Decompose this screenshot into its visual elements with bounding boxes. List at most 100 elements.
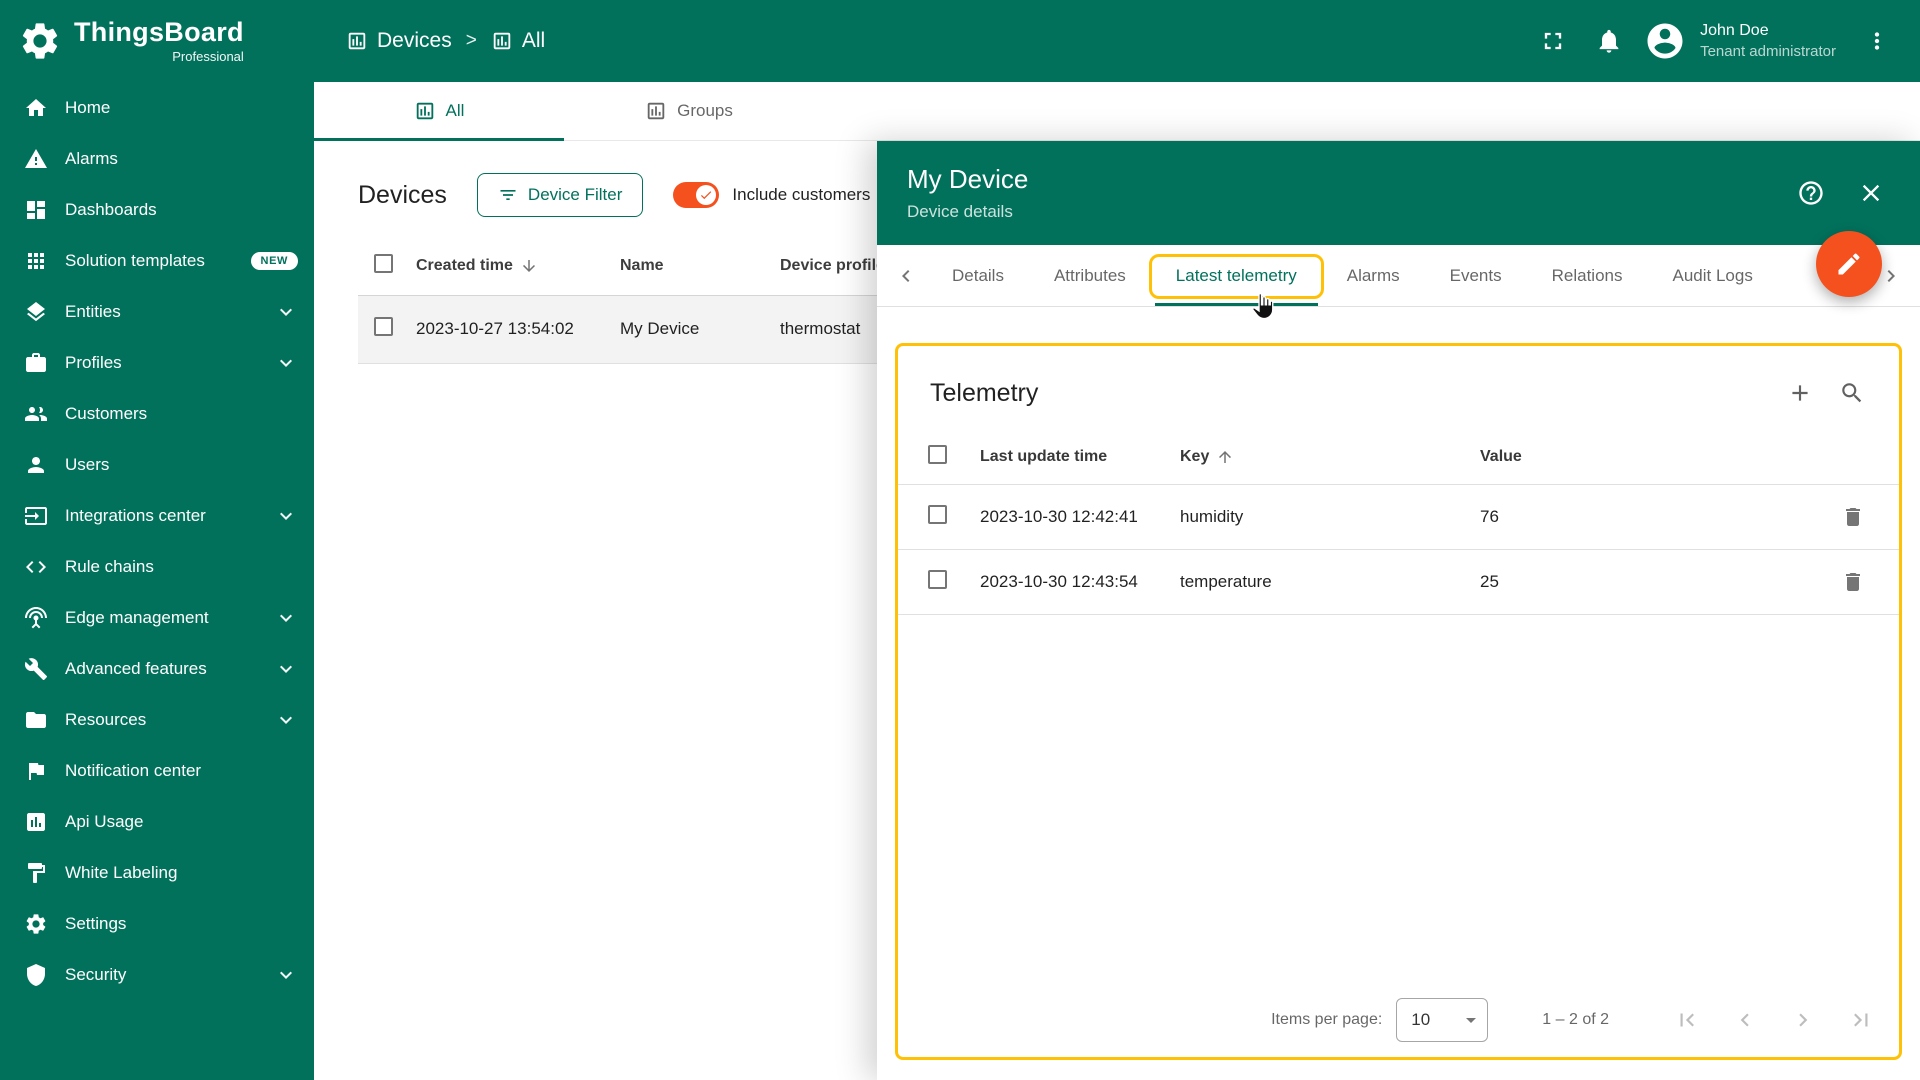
sidebar-item-home[interactable]: Home: [0, 82, 314, 133]
bell-icon: [1595, 27, 1623, 55]
user-avatar[interactable]: [1642, 18, 1688, 64]
chevron-left-icon: [1732, 1007, 1758, 1033]
top-header: Devices > All John Doe: [314, 0, 1920, 82]
include-customers-toggle[interactable]: Include customers: [673, 182, 870, 208]
input-icon: [24, 504, 48, 528]
add-telemetry-button[interactable]: [1781, 374, 1819, 412]
select-all-telemetry-checkbox[interactable]: [928, 445, 947, 464]
sidebar-item-label: Settings: [65, 914, 298, 934]
key-header-label: Key: [1180, 448, 1209, 466]
chevron-down-icon: [274, 504, 298, 528]
tab-audit-logs[interactable]: Audit Logs: [1648, 245, 1778, 306]
fullscreen-button[interactable]: [1530, 18, 1576, 64]
device-filter-label: Device Filter: [528, 185, 622, 205]
groups-icon: [645, 100, 667, 122]
select-all-checkbox[interactable]: [374, 254, 393, 273]
device-name: My Device: [620, 295, 780, 363]
drawer-title: My Device: [907, 164, 1028, 195]
telemetry-row[interactable]: 2023-10-30 12:43:54 temperature 25: [898, 549, 1899, 614]
tab-alarms[interactable]: Alarms: [1322, 245, 1425, 306]
sidebar-item-label: Security: [65, 965, 257, 985]
created-time-sort-header[interactable]: Created time: [416, 257, 538, 275]
brand-logo[interactable]: ThingsBoard Professional: [0, 0, 314, 82]
chevron-left-icon: [894, 264, 918, 288]
telemetry-value: 25: [1480, 549, 1835, 614]
sidebar-item-label: Home: [65, 98, 298, 118]
help-button[interactable]: [1788, 170, 1834, 216]
tab-all[interactable]: All: [314, 82, 564, 140]
row-checkbox[interactable]: [928, 570, 947, 589]
sidebar-item-white-labeling[interactable]: White Labeling: [0, 847, 314, 898]
tab-details-label: Details: [952, 266, 1004, 286]
edit-pencil-icon: [1835, 250, 1863, 278]
sidebar-item-settings[interactable]: Settings: [0, 898, 314, 949]
tab-alarms-label: Alarms: [1347, 266, 1400, 286]
telemetry-header-row: Last update time Key Value: [898, 430, 1899, 484]
sidebar-item-label: Customers: [65, 404, 298, 424]
sidebar-item-customers[interactable]: Customers: [0, 388, 314, 439]
chevron-down-icon: [274, 657, 298, 681]
next-page-button[interactable]: [1777, 996, 1829, 1044]
sidebar-item-label: Solution templates: [65, 251, 234, 271]
sidebar-item-dashboards[interactable]: Dashboards: [0, 184, 314, 235]
chevron-right-icon: [1790, 1007, 1816, 1033]
more-menu-button[interactable]: [1854, 18, 1900, 64]
briefcase-icon: [24, 351, 48, 375]
telemetry-empty-space: [898, 615, 1899, 984]
tab-events[interactable]: Events: [1425, 245, 1527, 306]
value-header[interactable]: Value: [1480, 430, 1835, 484]
tab-attributes[interactable]: Attributes: [1029, 245, 1151, 306]
notifications-button[interactable]: [1586, 18, 1632, 64]
sidebar-item-advanced-features[interactable]: Advanced features: [0, 643, 314, 694]
fullscreen-icon: [1539, 27, 1567, 55]
close-drawer-button[interactable]: [1848, 170, 1894, 216]
dropdown-arrow-icon: [1459, 1008, 1483, 1032]
last-page-button[interactable]: [1835, 996, 1887, 1044]
sidebar-item-alarms[interactable]: Alarms: [0, 133, 314, 184]
delete-telemetry-button[interactable]: [1835, 499, 1871, 535]
tab-all-label: All: [446, 101, 465, 121]
breadcrumb-devices[interactable]: Devices: [346, 29, 452, 53]
page-size-select[interactable]: 10: [1396, 998, 1488, 1042]
sidebar-item-api-usage[interactable]: Api Usage: [0, 796, 314, 847]
sidebar-item-rule-chains[interactable]: Rule chains: [0, 541, 314, 592]
tab-details[interactable]: Details: [927, 245, 1029, 306]
sidebar-item-label: Entities: [65, 302, 257, 322]
sidebar-item-entities[interactable]: Entities: [0, 286, 314, 337]
row-checkbox[interactable]: [928, 505, 947, 524]
first-page-button[interactable]: [1661, 996, 1713, 1044]
sidebar-item-security[interactable]: Security: [0, 949, 314, 1000]
tab-groups[interactable]: Groups: [564, 82, 814, 140]
tab-audit-logs-label: Audit Logs: [1673, 266, 1753, 286]
edit-device-fab[interactable]: [1816, 231, 1882, 297]
sidebar-item-profiles[interactable]: Profiles: [0, 337, 314, 388]
tab-relations[interactable]: Relations: [1527, 245, 1648, 306]
sidebar-item-solution-templates[interactable]: Solution templates NEW: [0, 235, 314, 286]
delete-telemetry-button[interactable]: [1835, 564, 1871, 600]
sidebar-item-label: Profiles: [65, 353, 257, 373]
telemetry-actions: [1781, 374, 1871, 412]
device-filter-button[interactable]: Device Filter: [477, 173, 643, 217]
sidebar-item-resources[interactable]: Resources: [0, 694, 314, 745]
name-header[interactable]: Name: [620, 237, 780, 295]
sidebar-item-integrations-center[interactable]: Integrations center: [0, 490, 314, 541]
telemetry-card-header: Telemetry: [898, 346, 1899, 430]
tabs-scroll-left-button[interactable]: [885, 245, 927, 306]
user-info: John Doe Tenant administrator: [1700, 21, 1836, 61]
tab-latest-telemetry[interactable]: Latest telemetry: [1151, 245, 1322, 306]
sidebar-item-notification-center[interactable]: Notification center: [0, 745, 314, 796]
last-update-time-header[interactable]: Last update time: [980, 430, 1180, 484]
key-sort-header[interactable]: Key: [1180, 448, 1234, 466]
new-badge: NEW: [251, 252, 298, 270]
sidebar: ThingsBoard Professional Home Alarms Das…: [0, 0, 314, 1080]
row-checkbox[interactable]: [374, 317, 393, 336]
chevron-down-icon: [274, 606, 298, 630]
telemetry-row[interactable]: 2023-10-30 12:42:41 humidity 76: [898, 484, 1899, 549]
telemetry-card: Telemetry Last update time: [895, 343, 1902, 1060]
toggle-track[interactable]: [673, 182, 719, 208]
sidebar-item-users[interactable]: Users: [0, 439, 314, 490]
breadcrumb-all[interactable]: All: [491, 29, 545, 53]
previous-page-button[interactable]: [1719, 996, 1771, 1044]
search-telemetry-button[interactable]: [1833, 374, 1871, 412]
sidebar-item-edge-management[interactable]: Edge management: [0, 592, 314, 643]
